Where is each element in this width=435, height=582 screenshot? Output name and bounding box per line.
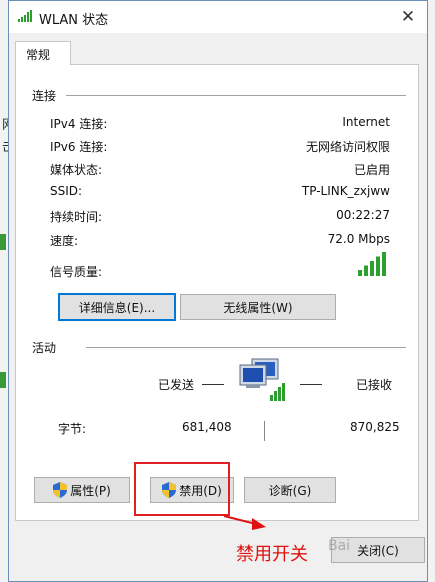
connection-separator [66, 95, 406, 96]
title-bar[interactable]: WLAN 状态 ✕ [9, 1, 427, 33]
wireless-properties-button[interactable]: 无线属性(W) [180, 294, 336, 320]
signal-bar [370, 261, 374, 276]
bytes-label: 字节: [58, 422, 87, 436]
speed-label: 速度: [50, 234, 79, 248]
duration-value: 00:22:27 [336, 208, 390, 222]
sent-label: 已发送 [158, 378, 195, 392]
signal-bar [382, 252, 386, 276]
background-accent [0, 372, 6, 388]
ipv6-label: IPv6 连接: [50, 140, 108, 154]
tab-general-label: 常规 [26, 48, 51, 62]
details-button-label: 详细信息(E)... [78, 300, 156, 315]
signal-strength-icon [358, 252, 386, 276]
media-state-value: 已启用 [353, 163, 390, 177]
connection-section-label: 连接 [32, 89, 57, 103]
signal-bar [376, 256, 380, 276]
diagnose-button-label: 诊断(G) [268, 483, 312, 498]
activity-separator [86, 347, 406, 348]
close-button-label: 关闭(C) [357, 543, 399, 558]
ssid-value: TP-LINK_zxjww [301, 184, 390, 198]
ipv4-value: Internet [342, 115, 390, 129]
disable-highlight-box [134, 462, 230, 516]
uac-shield-icon [53, 482, 68, 498]
signal-bar [358, 270, 362, 276]
duration-label: 持续时间: [50, 210, 103, 224]
diagnose-button[interactable]: 诊断(G) [244, 477, 336, 503]
background-accent [0, 234, 6, 250]
bytes-sent-value: 681,408 [182, 420, 232, 434]
close-window-button[interactable]: ✕ [395, 4, 421, 30]
speed-value: 72.0 Mbps [327, 232, 390, 246]
signal-bar [364, 265, 368, 276]
media-state-label: 媒体状态: [50, 163, 103, 177]
bytes-received-value: 870,825 [350, 420, 400, 434]
general-panel: 连接 IPv4 连接: Internet IPv6 连接: 无网络访问权限 媒体… [15, 64, 419, 521]
activity-section-label: 活动 [32, 341, 57, 355]
close-icon: ✕ [400, 7, 416, 27]
bytes-divider [264, 421, 265, 441]
received-label: 已接收 [356, 378, 393, 392]
watermark-text: Bai [328, 538, 351, 554]
details-button[interactable]: 详细信息(E)... [58, 293, 176, 321]
network-computers-icon [239, 358, 285, 401]
tab-general[interactable]: 常规 [15, 41, 71, 65]
ipv4-label: IPv4 连接: [50, 117, 108, 131]
annotation-label: 禁用开关 [236, 544, 308, 565]
signal-quality-label: 信号质量: [50, 265, 103, 279]
annotation-arrow-icon [223, 515, 266, 530]
ssid-label: SSID: [50, 184, 83, 198]
received-dash [300, 384, 322, 385]
window-title: WLAN 状态 [39, 13, 109, 28]
properties-button[interactable]: 属性(P) [34, 477, 130, 503]
wifi-signal-icon [18, 10, 32, 22]
properties-button-label: 属性(P) [70, 483, 111, 498]
wireless-properties-label: 无线属性(W) [223, 300, 293, 315]
sent-dash [202, 384, 224, 385]
ipv6-value: 无网络访问权限 [305, 140, 390, 154]
